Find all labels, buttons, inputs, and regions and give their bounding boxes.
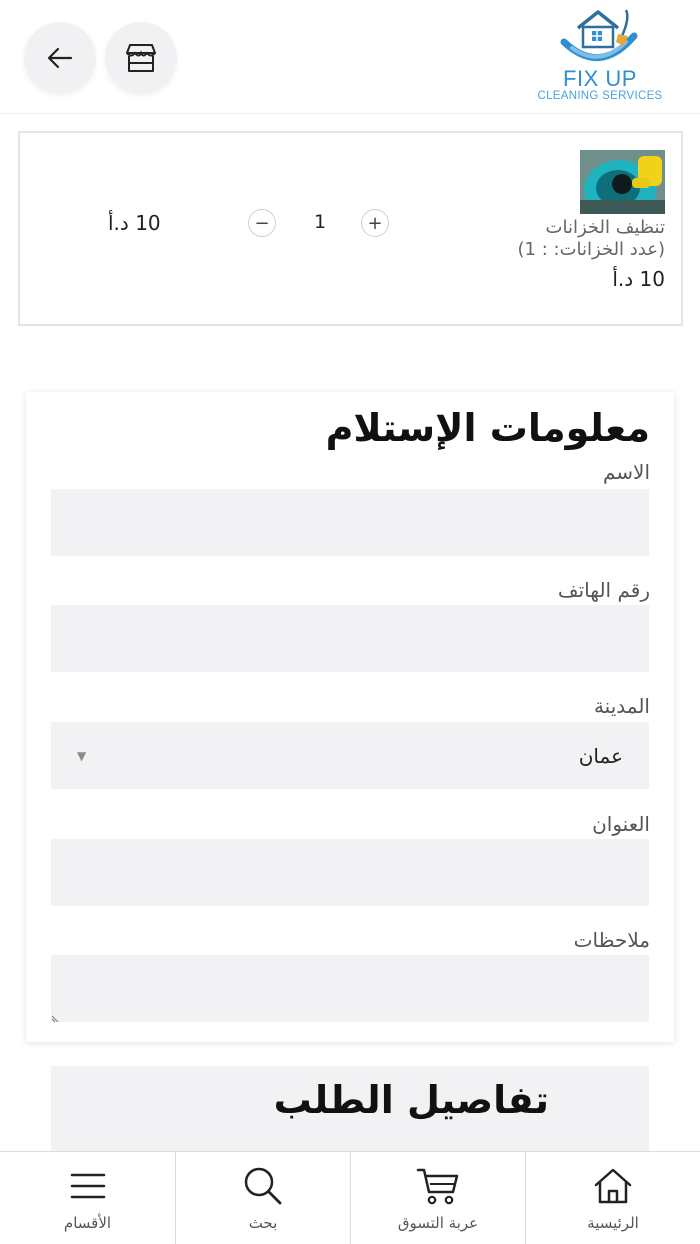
- city-selected-value: عمان: [578, 743, 623, 768]
- address-input[interactable]: [51, 839, 649, 906]
- cart-item-card: تنظيف الخزانات (عدد الخزانات: : 1) 10 د.…: [18, 131, 683, 326]
- phone-input[interactable]: [51, 605, 649, 672]
- dropdown-arrow-icon: ▼: [77, 748, 87, 763]
- address-label: العنوان: [592, 812, 650, 836]
- cart-icon: [416, 1164, 460, 1208]
- logo-subtitle: CLEANING SERVICES: [537, 90, 663, 102]
- item-thumbnail[interactable]: [580, 150, 665, 214]
- quantity-value: 1: [313, 211, 327, 233]
- house-broom-logo-icon: [560, 9, 638, 61]
- home-icon: [591, 1164, 635, 1208]
- menu-icon: [66, 1164, 110, 1208]
- top-header: FIX UP CLEANING SERVICES: [0, 0, 700, 114]
- nav-label-cart: عربة التسوق: [397, 1214, 479, 1232]
- name-label: الاسم: [602, 460, 650, 484]
- back-button[interactable]: [24, 22, 96, 94]
- nav-label-categories: الأقسام: [63, 1214, 112, 1232]
- resize-grip-icon[interactable]: [52, 1014, 60, 1022]
- form-title: معلومات الإستلام: [325, 406, 650, 450]
- arrow-left-icon: [47, 47, 73, 69]
- notes-label: ملاحظات: [573, 928, 650, 952]
- city-select[interactable]: عمان ▼: [51, 722, 649, 789]
- name-input[interactable]: [51, 489, 649, 556]
- phone-label: رقم الهاتف: [557, 578, 650, 602]
- minus-icon: −: [254, 212, 270, 234]
- item-line-total: 10 د.أ: [108, 211, 161, 235]
- item-unit-price: 10 د.أ: [612, 267, 665, 291]
- logo-title: FIX UP: [563, 66, 637, 91]
- plus-icon: +: [367, 212, 383, 234]
- bottom-navigation: الأقسام بحث عربة التسوق الرئيسية: [0, 1151, 700, 1244]
- item-option: (عدد الخزانات: : 1): [517, 239, 665, 260]
- nav-label-home: الرئيسية: [587, 1214, 639, 1232]
- delivery-info-form: معلومات الإستلام الاسم رقم الهاتف المدين…: [26, 392, 674, 1042]
- store-icon: [126, 44, 156, 72]
- order-details-title: تفاصيل الطلب: [273, 1078, 549, 1122]
- nav-item-categories[interactable]: الأقسام: [0, 1152, 175, 1244]
- nav-item-search[interactable]: بحث: [175, 1152, 350, 1244]
- store-button[interactable]: [105, 22, 177, 94]
- nav-item-cart[interactable]: عربة التسوق: [350, 1152, 525, 1244]
- quantity-increase-button[interactable]: +: [361, 209, 389, 237]
- tank-cleaning-photo: [580, 150, 665, 214]
- quantity-decrease-button[interactable]: −: [248, 209, 276, 237]
- company-logo[interactable]: FIX UP CLEANING SERVICES: [530, 6, 670, 106]
- nav-label-search: بحث: [248, 1214, 278, 1232]
- nav-item-home[interactable]: الرئيسية: [525, 1152, 700, 1244]
- item-name: تنظيف الخزانات: [545, 217, 665, 238]
- notes-textarea[interactable]: [51, 955, 649, 1022]
- search-icon: [241, 1164, 285, 1208]
- city-label: المدينة: [593, 694, 650, 718]
